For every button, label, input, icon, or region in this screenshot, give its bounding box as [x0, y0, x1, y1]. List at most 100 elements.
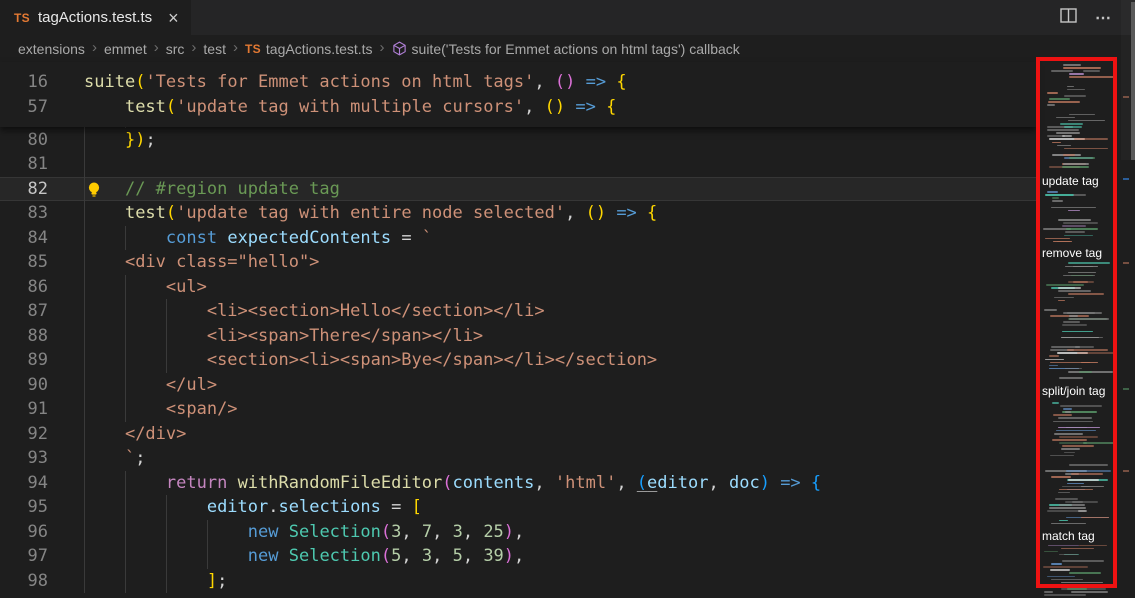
minimap-code-texture [1051, 70, 1073, 72]
line-number[interactable]: 94 [0, 471, 48, 496]
tab-label: tagActions.test.ts [38, 9, 152, 26]
code-line-89[interactable]: 89 <section><li><span>Bye</span></li></s… [0, 348, 1036, 373]
code-text: <span/> [84, 397, 238, 422]
minimap-code-texture [1062, 166, 1089, 168]
minimap-code-texture [1063, 222, 1098, 224]
minimap-code-texture [1068, 479, 1099, 481]
scrollbar[interactable] [1121, 0, 1135, 598]
minimap-code-texture [1065, 411, 1071, 413]
breadcrumb-item-src[interactable]: src [166, 41, 185, 57]
minimap-code-texture [1044, 309, 1057, 311]
breadcrumb-separator-icon: › [154, 39, 159, 56]
lightbulb-icon[interactable] [86, 181, 102, 198]
minimap-code-texture [1063, 154, 1075, 156]
breadcrumb-separator-icon: › [380, 39, 385, 56]
line-number[interactable]: 98 [0, 569, 48, 594]
code-line-80[interactable]: 80 }); [0, 128, 1036, 153]
minimap-code-texture [1057, 145, 1071, 147]
code-line-16[interactable]: 16suite('Tests for Emmet actions on html… [0, 70, 1036, 95]
minimap-code-texture [1069, 315, 1078, 317]
line-number[interactable]: 83 [0, 201, 48, 226]
code-line-81[interactable]: 81 [0, 152, 1036, 177]
tab-tagactions-test-ts[interactable]: TS tagActions.test.ts × [0, 0, 191, 35]
code-line-86[interactable]: 86 <ul> [0, 275, 1036, 300]
code-content: });80 });81 82 // #region update tag83 t… [0, 62, 1036, 593]
code-editor[interactable]: });80 });81 82 // #region update tag83 t… [0, 62, 1135, 598]
breadcrumb-item-extensions[interactable]: extensions [18, 41, 85, 57]
minimap-code-texture [1068, 293, 1104, 295]
more-actions-icon[interactable]: ⋯ [1095, 8, 1113, 28]
code-text: <ul> [84, 275, 207, 300]
breadcrumb-label: emmet [104, 41, 147, 57]
code-text: </div> [84, 422, 186, 447]
line-number[interactable]: 89 [0, 348, 48, 373]
split-editor-icon[interactable] [1060, 8, 1077, 28]
line-number[interactable]: 97 [0, 544, 48, 569]
breadcrumb-item-tagactions.test.ts[interactable]: TStagActions.test.ts [245, 41, 373, 57]
line-number[interactable]: 81 [0, 152, 48, 177]
code-line-82[interactable]: 82 // #region update tag [0, 177, 1036, 202]
minimap-code-texture [1067, 349, 1108, 351]
minimap-code-texture [1050, 455, 1074, 457]
breadcrumb-label: test [203, 41, 226, 57]
line-number[interactable]: 82 [0, 177, 48, 202]
line-number[interactable]: 92 [0, 422, 48, 447]
minimap-code-texture [1051, 579, 1083, 581]
code-line-83[interactable]: 83 test('update tag with entire node sel… [0, 201, 1036, 226]
line-number[interactable]: 85 [0, 250, 48, 275]
line-number[interactable]: 87 [0, 299, 48, 324]
code-line-94[interactable]: 94 return withRandomFileEditor(contents,… [0, 471, 1036, 496]
minimap[interactable]: update tagremove tagsplit/join tagmatch … [1040, 62, 1116, 598]
line-number[interactable]: 90 [0, 373, 48, 398]
minimap-label-split-join-tag: split/join tag [1042, 384, 1105, 398]
close-icon[interactable]: × [168, 9, 179, 27]
code-line-90[interactable]: 90 </ul> [0, 373, 1036, 398]
minimap-code-texture [1058, 290, 1091, 292]
line-number[interactable]: 96 [0, 520, 48, 545]
line-number[interactable]: 95 [0, 495, 48, 520]
line-number[interactable]: 84 [0, 226, 48, 251]
code-line-84[interactable]: 84 const expectedContents = ` [0, 226, 1036, 251]
minimap-code-texture [1053, 414, 1072, 416]
code-text: <li><span>There</span></li> [84, 324, 483, 349]
minimap-code-texture [1043, 566, 1088, 568]
code-text: test('update tag with entire node select… [84, 201, 657, 226]
minimap-code-texture [1073, 194, 1086, 196]
code-line-93[interactable]: 93 `; [0, 446, 1036, 471]
code-line-98[interactable]: 98 ]; [0, 569, 1036, 594]
breadcrumb-label: src [166, 41, 185, 57]
line-number[interactable]: 93 [0, 446, 48, 471]
scrollbar-thumb[interactable] [1131, 2, 1135, 160]
breadcrumb-item-test[interactable]: test [203, 41, 226, 57]
code-line-91[interactable]: 91 <span/> [0, 397, 1036, 422]
minimap-code-texture [1079, 371, 1092, 373]
breadcrumb-item-suite[interactable]: suite('Tests for Emmet actions on html t… [392, 41, 740, 57]
code-line-87[interactable]: 87 <li><section>Hello</section></li> [0, 299, 1036, 324]
minimap-code-texture [1059, 436, 1098, 438]
line-number[interactable]: 57 [0, 95, 48, 120]
code-text [84, 152, 125, 177]
code-line-88[interactable]: 88 <li><span>There</span></li> [0, 324, 1036, 349]
line-number[interactable]: 91 [0, 397, 48, 422]
minimap-code-texture [1059, 377, 1083, 379]
breadcrumb-item-emmet[interactable]: emmet [104, 41, 147, 57]
line-number[interactable]: 86 [0, 275, 48, 300]
code-line-97[interactable]: 97 new Selection(5, 3, 5, 39), [0, 544, 1036, 569]
code-line-92[interactable]: 92 </div> [0, 422, 1036, 447]
code-line-57[interactable]: 57 test('update tag with multiple cursor… [0, 95, 1036, 120]
minimap-code-texture [1081, 517, 1109, 519]
code-line-96[interactable]: 96 new Selection(3, 7, 3, 25), [0, 520, 1036, 545]
code-text: <li><section>Hello</section></li> [84, 299, 545, 324]
minimap-code-texture [1062, 225, 1086, 227]
code-line-95[interactable]: 95 editor.selections = [ [0, 495, 1036, 520]
line-number[interactable]: 88 [0, 324, 48, 349]
minimap-code-texture [1068, 272, 1096, 274]
minimap-code-texture [1060, 405, 1102, 407]
minimap-code-texture [1045, 238, 1070, 240]
minimap-code-texture [1049, 365, 1058, 367]
overview-ruler-mark [1123, 470, 1129, 472]
line-number[interactable]: 16 [0, 70, 48, 95]
line-number[interactable]: 80 [0, 128, 48, 153]
minimap-code-texture [1067, 483, 1084, 485]
code-line-85[interactable]: 85 <div class="hello"> [0, 250, 1036, 275]
